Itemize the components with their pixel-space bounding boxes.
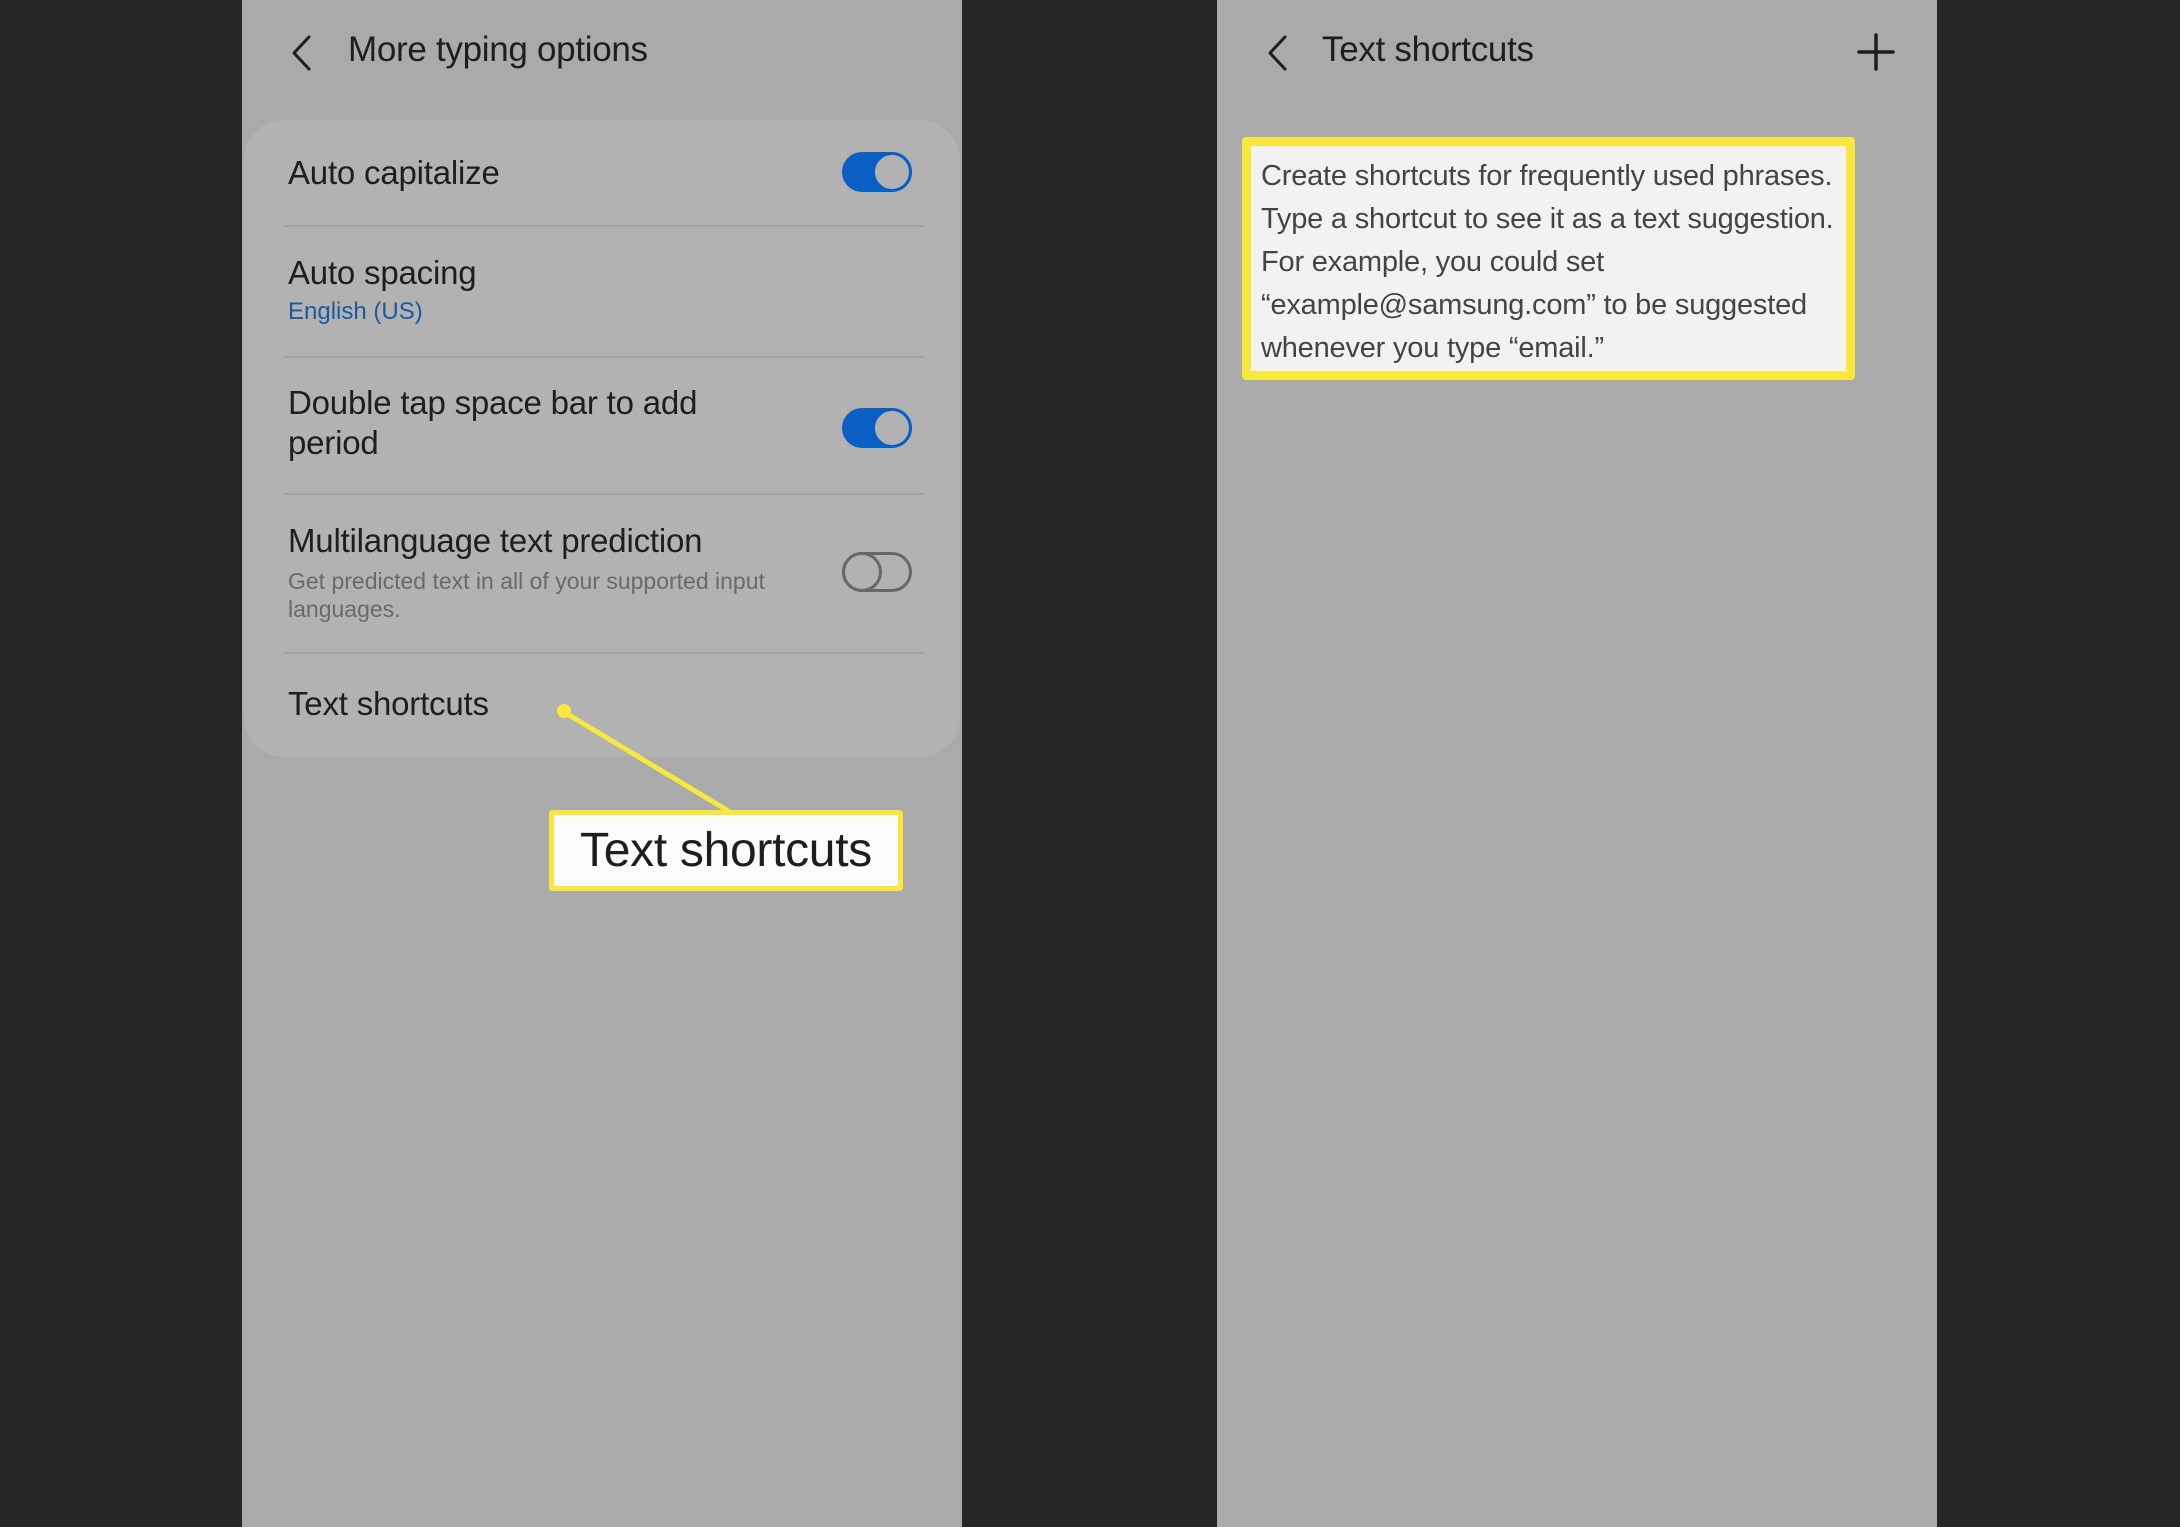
page-title: More typing options bbox=[348, 30, 648, 69]
app-header: More typing options bbox=[242, 0, 962, 110]
setting-title: Auto capitalize bbox=[288, 154, 500, 191]
more-typing-options-screen: More typing options Auto capitalize Auto… bbox=[242, 0, 962, 1527]
page-title: Text shortcuts bbox=[1322, 30, 1534, 69]
setting-auto-capitalize[interactable]: Auto capitalize bbox=[288, 120, 918, 226]
text-shortcuts-screen: Text shortcuts Create shortcuts for freq… bbox=[1217, 0, 1937, 1527]
text-shortcuts-description: Create shortcuts for frequently used phr… bbox=[1242, 137, 1855, 380]
setting-title: Auto spacing bbox=[288, 254, 477, 291]
callout-label: Text shortcuts bbox=[549, 810, 903, 891]
setting-text-shortcuts[interactable]: Text shortcuts bbox=[288, 654, 918, 757]
double-tap-period-toggle[interactable] bbox=[842, 408, 912, 448]
add-shortcut-button[interactable] bbox=[1857, 33, 1895, 71]
plus-icon bbox=[1857, 33, 1895, 71]
toggle-thumb bbox=[872, 408, 912, 448]
auto-capitalize-toggle[interactable] bbox=[842, 152, 912, 192]
setting-text: Auto spacing English (US) bbox=[288, 253, 477, 327]
back-button[interactable] bbox=[287, 33, 317, 73]
chevron-left-icon bbox=[292, 35, 311, 71]
toggle-thumb bbox=[872, 152, 912, 192]
setting-multilanguage-prediction[interactable]: Multilanguage text prediction Get predic… bbox=[288, 495, 918, 652]
setting-double-tap-period[interactable]: Double tap space bar to add period bbox=[288, 358, 918, 494]
chevron-left-icon bbox=[1268, 35, 1287, 71]
app-header: Text shortcuts bbox=[1217, 0, 1937, 110]
settings-card: Auto capitalize Auto spacing English (US… bbox=[244, 120, 960, 757]
setting-description: Get predicted text in all of your suppor… bbox=[288, 568, 765, 622]
multilanguage-prediction-toggle[interactable] bbox=[842, 552, 912, 592]
setting-text: Multilanguage text prediction Get predic… bbox=[288, 521, 808, 623]
toggle-thumb bbox=[842, 552, 882, 592]
setting-title: Double tap space bar to add period bbox=[288, 384, 698, 461]
back-button[interactable] bbox=[1263, 33, 1293, 73]
setting-title: Multilanguage text prediction bbox=[288, 522, 703, 559]
setting-title: Text shortcuts bbox=[288, 685, 489, 722]
setting-auto-spacing[interactable]: Auto spacing English (US) bbox=[288, 227, 918, 356]
setting-value: English (US) bbox=[288, 298, 423, 325]
